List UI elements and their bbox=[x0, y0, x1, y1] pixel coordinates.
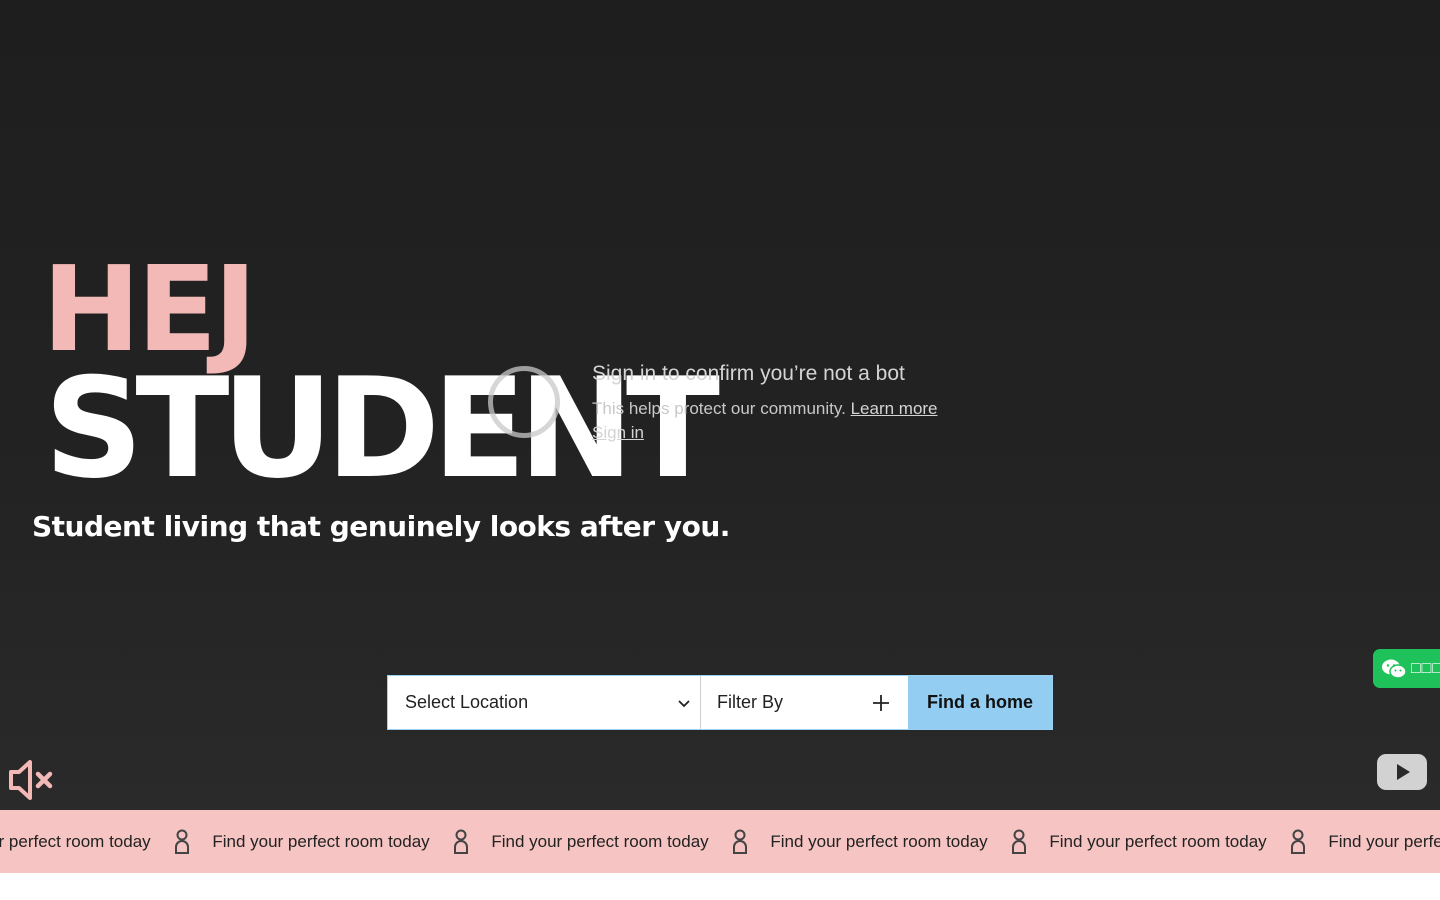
marquee-item: Find your perfect room today bbox=[1040, 829, 1319, 855]
marquee-item: Find your perfect room today bbox=[203, 829, 482, 855]
bot-check-text: This helps protect our community. bbox=[592, 399, 846, 418]
marquee-text: Find your perfect room today bbox=[1049, 831, 1267, 851]
marquee-text: Find your perfect room today bbox=[491, 831, 709, 851]
person-icon bbox=[732, 829, 747, 854]
wechat-label: □□□ bbox=[1411, 659, 1440, 677]
marquee-track: Find your perfect room today Find your p… bbox=[0, 810, 1440, 873]
marquee-item: Find your perfect room today bbox=[0, 829, 203, 855]
sign-in-link[interactable]: Sign in bbox=[592, 423, 644, 443]
person-icon bbox=[453, 829, 468, 854]
find-home-button[interactable]: Find a home bbox=[908, 676, 1052, 729]
location-select-label: Select Location bbox=[405, 692, 529, 712]
bot-check-description: This helps protect our community. Learn … bbox=[592, 399, 938, 419]
marquee-text: Find your perfect room today bbox=[1328, 831, 1440, 851]
wechat-contact-tab[interactable]: □□□ bbox=[1373, 649, 1440, 688]
hero-tagline: Student living that genuinely looks afte… bbox=[32, 510, 730, 543]
location-select[interactable]: Select Location bbox=[388, 676, 701, 729]
filter-by-label: Filter By bbox=[717, 692, 784, 712]
marquee-item: Find your perfect room today bbox=[482, 829, 761, 855]
marquee-text: Find your perfect room today bbox=[770, 831, 988, 851]
marquee-text: Find your perfect room today bbox=[0, 831, 151, 851]
person-icon bbox=[174, 829, 189, 854]
bot-check-title: Sign in to confirm you’re not a bot bbox=[592, 362, 905, 385]
marquee-item: Find your perfect room today bbox=[761, 829, 1040, 855]
speaker-muted-icon[interactable] bbox=[8, 756, 54, 804]
chevron-down-icon bbox=[678, 699, 690, 707]
home-search-bar: Select Location Filter By Find a home bbox=[387, 675, 1053, 730]
hero-section: HEJ STUDENT Student living that genuinel… bbox=[0, 0, 1440, 810]
marquee-item: Find your perfect room today bbox=[1319, 832, 1440, 852]
marquee-text: Find your perfect room today bbox=[212, 831, 430, 851]
filter-by-toggle[interactable]: Filter By bbox=[701, 676, 908, 729]
youtube-icon[interactable] bbox=[1377, 754, 1427, 790]
person-icon bbox=[1011, 829, 1026, 854]
person-icon bbox=[1290, 829, 1305, 854]
wechat-icon bbox=[1382, 659, 1407, 679]
plus-icon bbox=[873, 694, 889, 711]
learn-more-link[interactable]: Learn more bbox=[851, 399, 938, 418]
video-loading-spinner-icon bbox=[488, 366, 560, 438]
marquee-banner: Find your perfect room today Find your p… bbox=[0, 810, 1440, 873]
